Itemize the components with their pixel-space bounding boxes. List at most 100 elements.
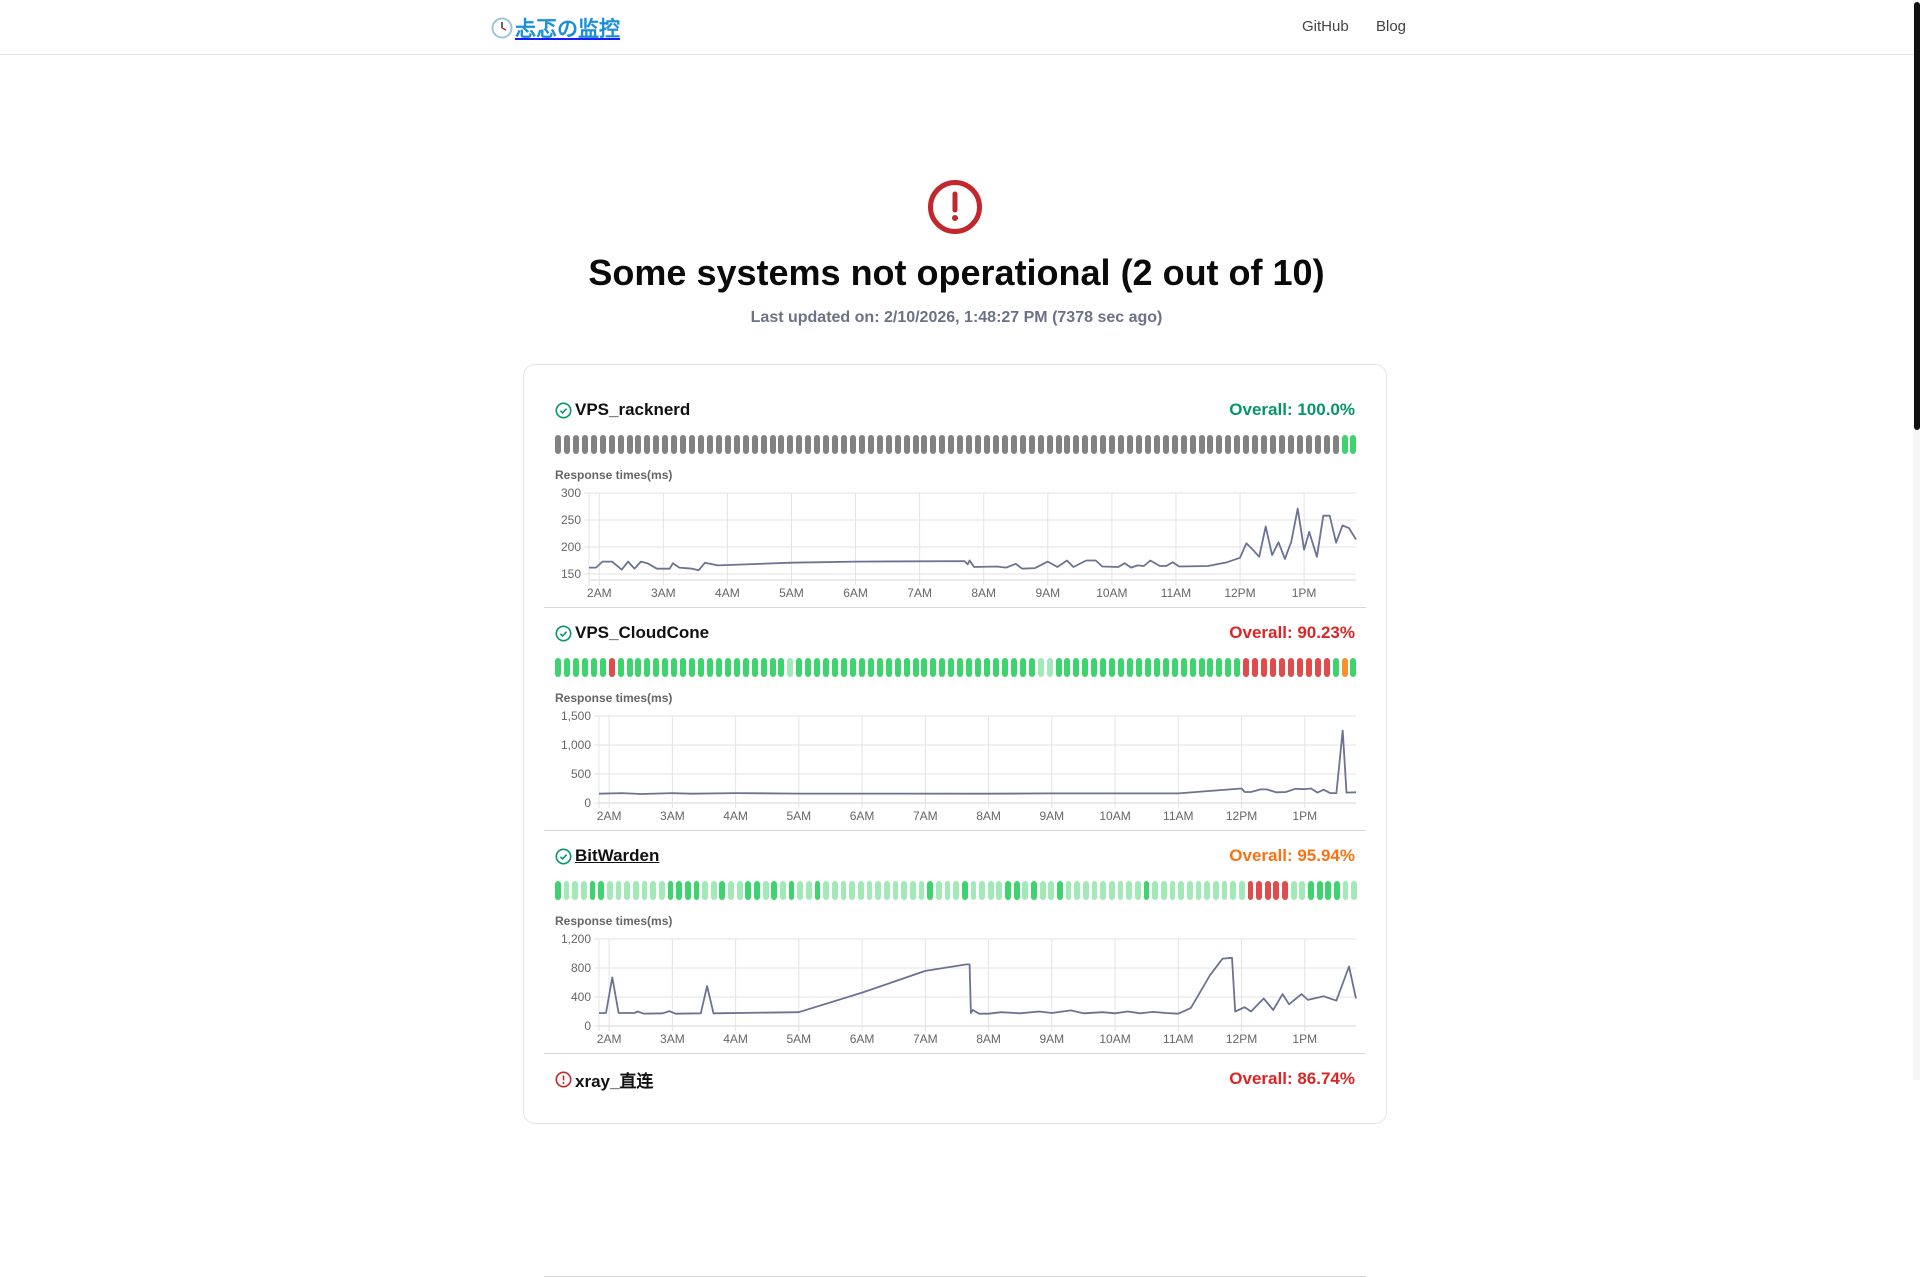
status-bar[interactable] — [1073, 435, 1079, 454]
status-bar[interactable] — [1325, 881, 1331, 900]
status-bar[interactable] — [564, 881, 570, 900]
status-bar[interactable] — [1014, 881, 1020, 900]
status-bar[interactable] — [971, 881, 977, 900]
status-bar[interactable] — [1334, 881, 1340, 900]
status-bar[interactable] — [581, 881, 587, 900]
status-bar[interactable] — [1225, 658, 1231, 677]
status-bar[interactable] — [627, 435, 633, 454]
status-bar[interactable] — [1252, 435, 1258, 454]
status-bar[interactable] — [1038, 435, 1044, 454]
status-bar[interactable] — [875, 881, 881, 900]
status-bar[interactable] — [635, 435, 641, 454]
status-bar[interactable] — [1279, 658, 1285, 677]
status-bar[interactable] — [966, 435, 972, 454]
status-bar[interactable] — [1288, 658, 1294, 677]
status-bar[interactable] — [1178, 881, 1184, 900]
status-bar[interactable] — [1199, 658, 1205, 677]
status-bar[interactable] — [743, 435, 749, 454]
status-bar[interactable] — [1145, 658, 1151, 677]
status-bar[interactable] — [859, 658, 865, 677]
status-bar[interactable] — [1351, 881, 1357, 900]
status-bar[interactable] — [805, 658, 811, 677]
status-bar[interactable] — [707, 658, 713, 677]
status-bar[interactable] — [814, 658, 820, 677]
status-bar[interactable] — [1100, 435, 1106, 454]
status-bar[interactable] — [832, 658, 838, 677]
status-bar[interactable] — [993, 658, 999, 677]
status-bar[interactable] — [702, 881, 708, 900]
status-bar[interactable] — [930, 658, 936, 677]
status-bar[interactable] — [671, 435, 677, 454]
status-bar[interactable] — [737, 881, 743, 900]
status-bar[interactable] — [1350, 658, 1356, 677]
status-bar[interactable] — [841, 435, 847, 454]
status-bar[interactable] — [1126, 881, 1132, 900]
status-bar[interactable] — [1315, 435, 1321, 454]
status-bar[interactable] — [1127, 435, 1133, 454]
status-bar[interactable] — [1207, 435, 1213, 454]
status-bar[interactable] — [689, 658, 695, 677]
status-bar[interactable] — [668, 881, 674, 900]
status-bar[interactable] — [850, 658, 856, 677]
status-bar[interactable] — [555, 658, 561, 677]
status-bar[interactable] — [868, 658, 874, 677]
status-bar[interactable] — [841, 658, 847, 677]
status-bar[interactable] — [921, 658, 927, 677]
status-bar[interactable] — [1297, 435, 1303, 454]
status-bar[interactable] — [1047, 435, 1053, 454]
status-bar[interactable] — [1324, 658, 1330, 677]
status-bar[interactable] — [1011, 435, 1017, 454]
status-bar[interactable] — [1342, 435, 1348, 454]
status-bar[interactable] — [1082, 435, 1088, 454]
status-bar[interactable] — [662, 435, 668, 454]
status-bar[interactable] — [962, 881, 968, 900]
status-bar[interactable] — [698, 658, 704, 677]
status-bar[interactable] — [1038, 658, 1044, 677]
status-bar[interactable] — [930, 435, 936, 454]
status-bar[interactable] — [877, 658, 883, 677]
status-bar[interactable] — [1181, 658, 1187, 677]
status-bar[interactable] — [609, 658, 615, 677]
status-bar[interactable] — [761, 658, 767, 677]
status-bar[interactable] — [1252, 658, 1258, 677]
status-bar[interactable] — [823, 881, 829, 900]
status-bar[interactable] — [1216, 658, 1222, 677]
status-bar[interactable] — [1020, 658, 1026, 677]
status-bar[interactable] — [1074, 881, 1080, 900]
status-bar[interactable] — [796, 435, 802, 454]
status-bar[interactable] — [642, 881, 648, 900]
status-bar[interactable] — [1118, 658, 1124, 677]
status-bar[interactable] — [564, 658, 570, 677]
status-bar[interactable] — [1230, 881, 1236, 900]
page-scrollbar[interactable] — [1913, 0, 1920, 1080]
status-bar[interactable] — [901, 881, 907, 900]
status-bar[interactable] — [1091, 435, 1097, 454]
status-bar[interactable] — [1136, 658, 1142, 677]
status-bar[interactable] — [778, 658, 784, 677]
status-bar[interactable] — [591, 435, 597, 454]
status-bar[interactable] — [680, 435, 686, 454]
status-bar[interactable] — [948, 658, 954, 677]
status-bar[interactable] — [787, 658, 793, 677]
status-bar[interactable] — [1172, 435, 1178, 454]
status-bar[interactable] — [564, 435, 570, 454]
status-bar[interactable] — [728, 881, 734, 900]
status-bar[interactable] — [1196, 881, 1202, 900]
status-bar[interactable] — [1234, 435, 1240, 454]
status-bar[interactable] — [815, 881, 821, 900]
status-bar[interactable] — [1225, 435, 1231, 454]
status-bar[interactable] — [886, 435, 892, 454]
status-bar[interactable] — [957, 658, 963, 677]
status-bar[interactable] — [1261, 658, 1267, 677]
status-bar[interactable] — [1064, 435, 1070, 454]
status-bar[interactable] — [771, 881, 777, 900]
status-bar[interactable] — [904, 435, 910, 454]
status-bar[interactable] — [752, 435, 758, 454]
status-bar[interactable] — [609, 435, 615, 454]
status-bar[interactable] — [806, 881, 812, 900]
status-bar[interactable] — [653, 435, 659, 454]
status-bar[interactable] — [1056, 658, 1062, 677]
status-bar[interactable] — [984, 658, 990, 677]
status-bar[interactable] — [676, 881, 682, 900]
status-bar[interactable] — [1118, 881, 1124, 900]
